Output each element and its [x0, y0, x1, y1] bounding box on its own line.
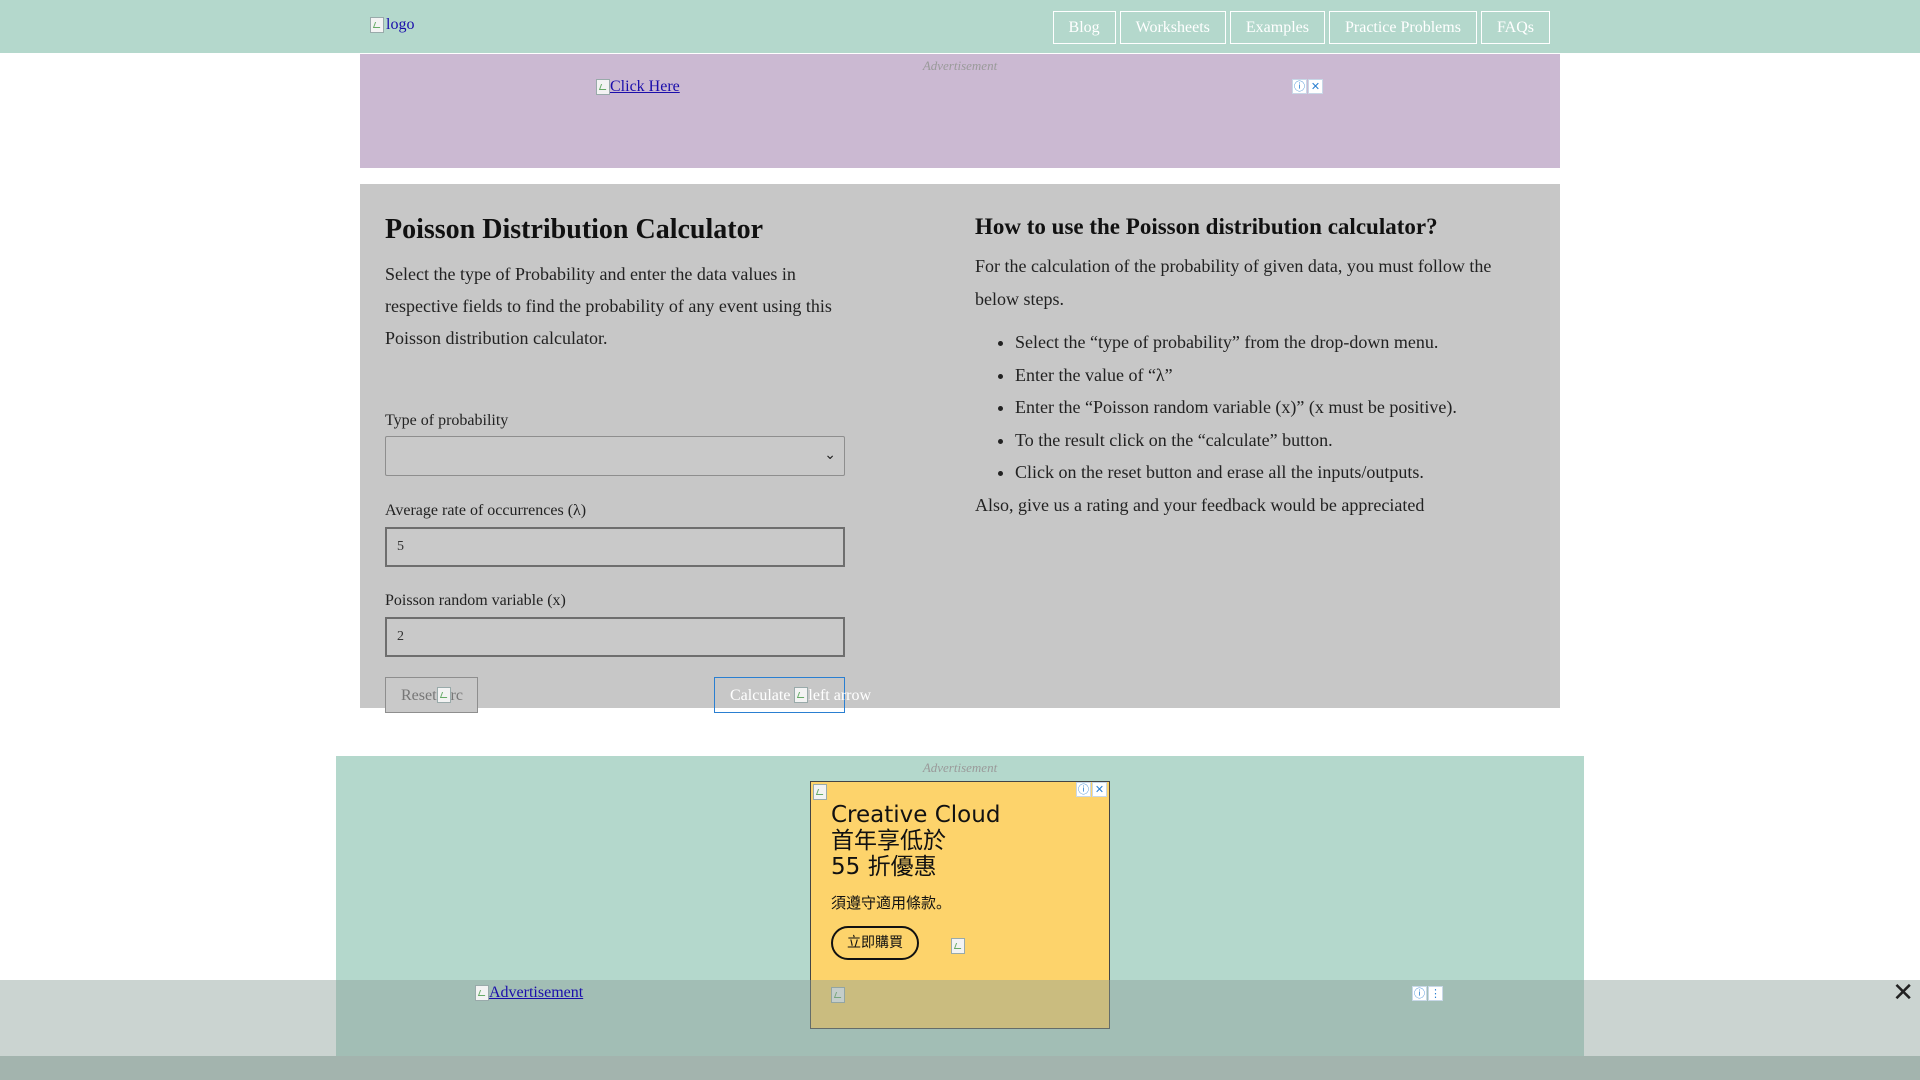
reset-image-icon	[436, 687, 451, 703]
ad-headline-line: 55 折優惠	[831, 854, 937, 880]
type-of-probability-label: Type of probability	[385, 412, 509, 429]
lambda-label: Average rate of occurrences (λ)	[385, 502, 587, 519]
how-to-step: Click on the reset button and erase all …	[1015, 456, 1535, 489]
ad-link-text: Click Here	[610, 78, 680, 95]
nav-worksheets[interactable]: Worksheets	[1119, 11, 1226, 44]
calculator-panel: Poisson Distribution Calculator Select t…	[360, 184, 1560, 713]
random-variable-label: Poisson random variable (x)	[385, 592, 566, 609]
more-options-icon[interactable]: ⋮	[1428, 986, 1443, 1001]
nav-blog[interactable]: Blog	[1052, 11, 1116, 44]
how-to-step: To the result click on the “calculate” b…	[1015, 424, 1535, 457]
how-to-title: How to use the Poisson distribution calc…	[975, 214, 1438, 239]
nav-practice-problems[interactable]: Practice Problems	[1328, 11, 1477, 44]
ad-buy-now-button[interactable]: 立即購買	[831, 926, 919, 960]
logo-alt-text: logo	[386, 16, 415, 33]
close-icon[interactable]: ✕	[1892, 980, 1914, 1006]
adchoices-info-icon[interactable]: ⓘ	[1292, 79, 1307, 94]
ad-image-icon	[951, 938, 965, 954]
how-to-step: Enter the “Poisson random variable (x)” …	[1015, 391, 1535, 424]
left-arrow-image-icon	[794, 687, 809, 703]
adchoices-badge[interactable]: ⓘ ✕	[1076, 782, 1107, 797]
nav-examples[interactable]: Examples	[1229, 11, 1325, 44]
chevron-down-icon: ⌄	[824, 447, 836, 463]
sticky-ad-link[interactable]: Advertisement	[475, 984, 583, 1002]
main-nav: Blog Worksheets Examples Practice Proble…	[1052, 11, 1550, 44]
how-to-use-section: How to use the Poisson distribution calc…	[975, 214, 1535, 521]
ad-headline-line: Creative Cloud	[831, 802, 1001, 828]
ad-label: Advertisement	[922, 760, 998, 775]
adchoices-info-icon[interactable]: ⓘ	[1412, 986, 1427, 1001]
how-to-outro: Also, give us a rating and your feedback…	[975, 494, 1425, 515]
adchoices-badge[interactable]: ⓘ ⋮	[1412, 986, 1443, 1001]
how-to-step: Select the “type of probability” from th…	[1015, 326, 1535, 359]
calculator-description: Select the type of Probability and enter…	[385, 264, 832, 348]
ad-close-icon[interactable]: ✕	[1092, 782, 1107, 797]
ad-image-icon	[475, 985, 489, 1001]
logo-image-icon	[370, 17, 384, 33]
sticky-ad-bottom-strip	[0, 1056, 1920, 1080]
random-variable-input[interactable]: 2	[385, 617, 845, 657]
calculate-icon-alt: left arrow	[808, 687, 872, 704]
how-to-step: Enter the value of “λ”	[1015, 359, 1535, 392]
calculator-form: Poisson Distribution Calculator Select t…	[385, 214, 871, 713]
reset-button[interactable]: Reset rc	[385, 677, 478, 713]
how-to-steps: Select the “type of probability” from th…	[975, 326, 1535, 489]
lambda-input[interactable]: 5	[385, 527, 845, 567]
type-of-probability-select[interactable]: ⌄	[385, 436, 845, 476]
sticky-ad-link-text: Advertisement	[489, 984, 584, 1001]
adchoices-badge[interactable]: ⓘ ✕	[1292, 79, 1323, 94]
site-logo[interactable]: logo	[370, 16, 414, 34]
ad-image-icon	[596, 79, 610, 95]
reset-button-label: Reset	[401, 687, 437, 704]
ad-headline: Creative Cloud 首年享低於 55 折優惠	[831, 802, 1000, 880]
calculate-button-label: Calculate	[730, 687, 791, 704]
page-title: Poisson Distribution Calculator	[385, 214, 764, 245]
calculate-button[interactable]: Calculate left arrow	[714, 677, 871, 713]
ad-terms-note: 須遵守適用條款。	[831, 894, 952, 912]
top-navigation-bar: logo Blog Worksheets Examples Practice P…	[0, 0, 1920, 53]
how-to-intro: For the calculation of the probability o…	[975, 256, 1492, 309]
ad-headline-line: 首年享低於	[831, 828, 946, 854]
adchoices-info-icon[interactable]: ⓘ	[1076, 782, 1091, 797]
reset-icon-alt: rc	[450, 687, 463, 704]
ad-click-here-link[interactable]: Click Here	[596, 78, 680, 96]
ad-image-icon	[813, 784, 827, 800]
ad-close-icon[interactable]: ✕	[1308, 79, 1323, 94]
top-advertisement: Advertisement Click Here ⓘ ✕	[360, 54, 1560, 168]
nav-faqs[interactable]: FAQs	[1480, 11, 1550, 44]
ad-label: Advertisement	[922, 58, 998, 73]
